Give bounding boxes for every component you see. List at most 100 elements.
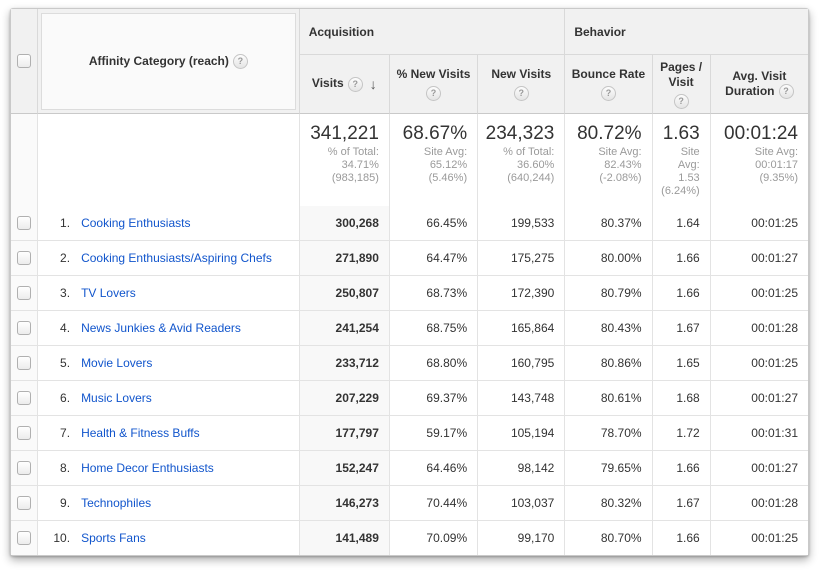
table-header: Affinity Category (reach) ? Acquisition … <box>11 9 808 114</box>
help-icon[interactable]: ? <box>233 54 248 69</box>
category-link[interactable]: Sports Fans <box>81 531 146 545</box>
row-checkbox[interactable] <box>17 321 31 335</box>
cell-avg-duration: 00:01:28 <box>711 311 808 346</box>
cell-avg-duration: 00:01:27 <box>711 451 808 486</box>
category-link[interactable]: Cooking Enthusiasts/Aspiring Chefs <box>81 251 272 265</box>
row-number: 6. <box>38 391 70 405</box>
row-checkbox[interactable] <box>17 286 31 300</box>
report-table-panel: Affinity Category (reach) ? Acquisition … <box>10 8 809 556</box>
row-checkbox[interactable] <box>17 426 31 440</box>
cell-new-visits: 143,748 <box>478 381 565 416</box>
category-link[interactable]: Music Lovers <box>81 391 152 405</box>
category-cell: 6. Music Lovers <box>38 381 300 416</box>
group-header-row: Affinity Category (reach) ? Acquisition … <box>11 9 808 55</box>
category-cell: 2.Cooking Enthusiasts/Aspiring Chefs <box>38 241 300 276</box>
help-icon[interactable]: ? <box>348 77 363 92</box>
select-all-checkbox[interactable] <box>17 54 31 68</box>
cell-visits: 271,890 <box>300 241 390 276</box>
cell-pages-visit: 1.67 <box>653 311 711 346</box>
column-header-new-visits-pct-label: % New Visits <box>397 67 471 81</box>
column-header-bounce-rate-label: Bounce Rate <box>572 67 645 81</box>
summary-bounce-rate-value: 80.72% <box>565 123 641 144</box>
category-link[interactable]: Technophiles <box>81 496 151 510</box>
column-header-new-visits-pct[interactable]: % New Visits ? <box>390 55 478 114</box>
column-header-pages-visit[interactable]: Pages / Visit ? <box>653 55 711 114</box>
help-icon[interactable]: ? <box>514 86 529 101</box>
summary-visits: 341,221 % of Total: 34.71% (983,185) <box>300 114 390 206</box>
group-header-acquisition-label: Acquisition <box>309 25 374 39</box>
column-header-bounce-rate[interactable]: Bounce Rate ? <box>565 55 652 114</box>
cell-visits: 233,712 <box>300 346 390 381</box>
row-checkbox[interactable] <box>17 461 31 475</box>
totals-row: 341,221 % of Total: 34.71% (983,185) 68.… <box>11 114 808 206</box>
cell-new-visits: 175,275 <box>478 241 565 276</box>
category-cell: 8.Home Decor Enthusiasts <box>38 451 300 486</box>
select-all-cell <box>11 9 38 114</box>
category-cell: 3. TV Lovers <box>38 276 300 311</box>
affinity-report-table: Affinity Category (reach) ? Acquisition … <box>11 9 808 555</box>
cell-new-visits: 172,390 <box>478 276 565 311</box>
column-header-avg-duration[interactable]: Avg. Visit Duration? <box>711 55 808 114</box>
table-row: 1.Cooking Enthusiasts 300,268 66.45% 199… <box>11 206 808 241</box>
help-icon[interactable]: ? <box>674 94 689 109</box>
summary-new-visits-value: 234,323 <box>478 123 554 144</box>
cell-visits: 241,254 <box>300 311 390 346</box>
cell-bounce-rate: 80.37% <box>565 206 652 241</box>
row-checkbox[interactable] <box>17 356 31 370</box>
dimension-header-box[interactable]: Affinity Category (reach) ? <box>41 13 296 110</box>
row-number: 3. <box>38 286 70 300</box>
category-link[interactable]: News Junkies & Avid Readers <box>81 321 241 335</box>
table-row: 4. News Junkies & Avid Readers 241,254 68… <box>11 311 808 346</box>
dimension-header-cell: Affinity Category (reach) ? <box>38 9 300 114</box>
help-icon[interactable]: ? <box>779 84 794 99</box>
table-row: 2.Cooking Enthusiasts/Aspiring Chefs 271… <box>11 241 808 276</box>
cell-bounce-rate: 80.61% <box>565 381 652 416</box>
row-checkbox[interactable] <box>17 216 31 230</box>
summary-avg-duration-subtext: Site Avg: 00:01:17 (9.35%) <box>711 146 798 185</box>
row-checkbox[interactable] <box>17 251 31 265</box>
cell-pages-visit: 1.68 <box>653 381 711 416</box>
row-check-cell <box>11 486 38 521</box>
cell-pages-visit: 1.66 <box>653 241 711 276</box>
cell-new-visits-pct: 68.73% <box>390 276 478 311</box>
row-checkbox[interactable] <box>17 391 31 405</box>
column-header-new-visits-label: New Visits <box>491 67 551 81</box>
summary-new-visits-subtext: % of Total: 36.60% (640,244) <box>478 146 554 185</box>
summary-bounce-rate: 80.72% Site Avg: 82.43% (-2.08%) <box>565 114 652 206</box>
column-header-visits-label: Visits <box>312 76 344 90</box>
row-check-cell <box>11 381 38 416</box>
summary-visits-subtext: % of Total: 34.71% (983,185) <box>300 146 379 185</box>
cell-visits: 152,247 <box>300 451 390 486</box>
cell-pages-visit: 1.65 <box>653 346 711 381</box>
row-checkbox[interactable] <box>17 496 31 510</box>
cell-new-visits-pct: 59.17% <box>390 416 478 451</box>
column-header-new-visits[interactable]: New Visits ? <box>478 55 565 114</box>
summary-avg-duration-value: 00:01:24 <box>711 123 798 144</box>
category-cell: 10.Sports Fans <box>38 521 300 555</box>
cell-new-visits: 99,170 <box>478 521 565 555</box>
help-icon[interactable]: ? <box>426 86 441 101</box>
category-cell: 9.Technophiles <box>38 486 300 521</box>
cell-visits: 250,807 <box>300 276 390 311</box>
cell-bounce-rate: 80.79% <box>565 276 652 311</box>
category-link[interactable]: Cooking Enthusiasts <box>81 216 190 230</box>
category-link[interactable]: Health & Fitness Buffs <box>81 426 200 440</box>
category-cell: 5.Movie Lovers <box>38 346 300 381</box>
row-check-cell <box>11 346 38 381</box>
help-icon[interactable]: ? <box>601 86 616 101</box>
category-link[interactable]: Movie Lovers <box>81 356 152 370</box>
sort-descending-icon[interactable]: ↓ <box>370 76 377 92</box>
cell-pages-visit: 1.66 <box>653 521 711 555</box>
category-link[interactable]: Home Decor Enthusiasts <box>81 461 214 475</box>
cell-new-visits: 98,142 <box>478 451 565 486</box>
cell-avg-duration: 00:01:25 <box>711 521 808 555</box>
table-row: 3. TV Lovers 250,807 68.73% 172,390 80.79… <box>11 276 808 311</box>
category-link[interactable]: TV Lovers <box>81 286 136 300</box>
cell-new-visits-pct: 70.09% <box>390 521 478 555</box>
row-checkbox[interactable] <box>17 531 31 545</box>
cell-new-visits-pct: 68.75% <box>390 311 478 346</box>
row-number: 4. <box>38 321 70 335</box>
totals-dimension-cell <box>38 114 300 206</box>
column-header-visits[interactable]: Visits? ↓ <box>300 55 390 114</box>
row-check-cell <box>11 451 38 486</box>
